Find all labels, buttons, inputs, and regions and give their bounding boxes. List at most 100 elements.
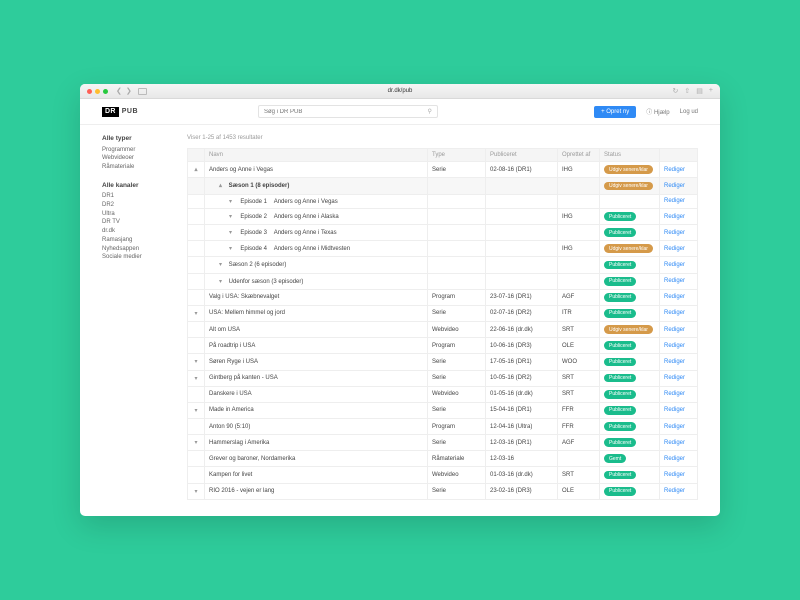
- table-row[interactable]: Danskere i USAWebvideo01-05-16 (dr.dk)SR…: [188, 386, 698, 402]
- edit-link[interactable]: Rediger: [664, 440, 685, 446]
- edit-link[interactable]: Rediger: [664, 310, 685, 316]
- episode-row[interactable]: ▾ Episode 4 Anders og Anne i MidtvestenI…: [188, 241, 698, 257]
- share-icon[interactable]: ⇧: [684, 87, 690, 95]
- col-status[interactable]: Status: [600, 149, 660, 162]
- edit-link[interactable]: Rediger: [664, 391, 685, 397]
- edit-link[interactable]: Rediger: [664, 407, 685, 413]
- address-bar[interactable]: dr.dk/pub: [388, 88, 413, 94]
- forward-icon[interactable]: ❯: [126, 88, 132, 95]
- edit-link[interactable]: Rediger: [664, 359, 685, 365]
- sidebar-item[interactable]: Råmateriale: [102, 163, 187, 172]
- table-row[interactable]: ▾Søren Ryge i USASerie17-05-16 (DR1)WOOP…: [188, 354, 698, 370]
- edit-link[interactable]: Rediger: [664, 262, 685, 268]
- edit-link[interactable]: Rediger: [664, 214, 685, 220]
- col-type[interactable]: Type: [428, 149, 486, 162]
- sidebar-item[interactable]: dr.dk: [102, 227, 187, 236]
- logo-text: PUB: [122, 108, 138, 115]
- table-row[interactable]: ▾Hammerslag i AmerikaSerie12-03-16 (DR1)…: [188, 435, 698, 451]
- table-row[interactable]: Alt om USAWebvideo22-06-16 (dr.dk)SRTUdg…: [188, 322, 698, 338]
- edit-link[interactable]: Rediger: [664, 488, 685, 494]
- close-icon[interactable]: [87, 89, 92, 94]
- chevron-down-icon[interactable]: ▾: [192, 488, 200, 495]
- sidebar-item[interactable]: DR TV: [102, 218, 187, 227]
- add-icon[interactable]: +: [709, 87, 713, 95]
- edit-link[interactable]: Rediger: [664, 278, 685, 284]
- chevron-down-icon[interactable]: ▾: [229, 245, 237, 252]
- sidebar-item[interactable]: Ramasjang: [102, 236, 187, 245]
- result-count: Viser 1-25 af 1453 resultater: [187, 135, 698, 141]
- table-row[interactable]: Anton 90 (5:10)Program12-04-16 (Ultra)FF…: [188, 418, 698, 434]
- zoom-icon[interactable]: [103, 89, 108, 94]
- chevron-down-icon[interactable]: ▾: [192, 407, 200, 414]
- episode-row[interactable]: ▾ Episode 3 Anders og Anne i TexasPublic…: [188, 225, 698, 241]
- sidebar-item[interactable]: DR2: [102, 200, 187, 209]
- nav-buttons: ❮ ❯: [116, 88, 132, 95]
- col-name[interactable]: Navn: [205, 149, 428, 162]
- logo[interactable]: DR PUB: [102, 107, 138, 117]
- help-link[interactable]: ⓘ Hjælp: [646, 107, 669, 116]
- table-row[interactable]: Valg i USA: SkæbnevalgetProgram23-07-16 …: [188, 289, 698, 305]
- col-by[interactable]: Oprettet af: [558, 149, 600, 162]
- status-badge: Publiceret: [604, 309, 636, 318]
- chevron-down-icon[interactable]: ▾: [192, 310, 200, 317]
- minimize-icon[interactable]: [95, 89, 100, 94]
- season-row[interactable]: ▴ Sæson 1 (8 episoder)Udgiv senere/klarR…: [188, 178, 698, 194]
- chevron-down-icon[interactable]: ▾: [229, 213, 237, 220]
- sidebar-item[interactable]: DR1: [102, 192, 187, 201]
- table-row[interactable]: ▾Gintberg på kanten - USASerie10-05-16 (…: [188, 370, 698, 386]
- edit-link[interactable]: Rediger: [664, 230, 685, 236]
- sidebar-item[interactable]: Nyhedsappen: [102, 244, 187, 253]
- table-row[interactable]: ▴Anders og Anne i VegasSerie02-08-16 (DR…: [188, 162, 698, 178]
- sidebar-item[interactable]: Programmer: [102, 145, 187, 154]
- search-icon[interactable]: ⚲: [427, 108, 432, 115]
- results-table: Navn Type Publiceret Oprettet af Status …: [187, 148, 698, 500]
- titlebar: ❮ ❯ dr.dk/pub ↻ ⇧ ▤ +: [80, 84, 720, 99]
- logout-link[interactable]: Log ud: [680, 109, 698, 115]
- sidebar: Alle typer ProgrammerWebvideoerRåmateria…: [102, 135, 187, 500]
- episode-row[interactable]: ▾ Episode 2 Anders og Anne i AlaskaIHGPu…: [188, 208, 698, 224]
- edit-link[interactable]: Rediger: [664, 246, 685, 252]
- chevron-up-icon[interactable]: ▴: [192, 166, 200, 173]
- table-row[interactable]: På roadtrip i USAProgram10-06-16 (DR3)OL…: [188, 338, 698, 354]
- chevron-down-icon[interactable]: ▾: [192, 375, 200, 382]
- status-badge: Gemt: [604, 454, 626, 463]
- table-row[interactable]: ▾RIO 2016 - vejen er langSerie23-02-16 (…: [188, 483, 698, 499]
- edit-link[interactable]: Rediger: [664, 343, 685, 349]
- status-badge: Publiceret: [604, 374, 636, 383]
- chevron-down-icon[interactable]: ▾: [219, 261, 227, 268]
- reload-icon[interactable]: ↻: [673, 87, 679, 95]
- sidebar-toggle-icon[interactable]: [138, 88, 147, 95]
- sidebar-item[interactable]: Webvideoer: [102, 154, 187, 163]
- chevron-down-icon[interactable]: ▾: [192, 439, 200, 446]
- chevron-down-icon[interactable]: ▾: [192, 358, 200, 365]
- edit-link[interactable]: Rediger: [664, 198, 685, 204]
- table-row[interactable]: Kampen for livetWebvideo01-03-16 (dr.dk)…: [188, 467, 698, 483]
- back-icon[interactable]: ❮: [116, 88, 122, 95]
- edit-link[interactable]: Rediger: [664, 424, 685, 430]
- chevron-down-icon[interactable]: ▾: [229, 198, 237, 205]
- sidebar-item[interactable]: Sociale medier: [102, 253, 187, 262]
- edit-link[interactable]: Rediger: [664, 167, 685, 173]
- episode-row[interactable]: ▾ Episode 1 Anders og Anne i VegasRedige…: [188, 194, 698, 208]
- edit-link[interactable]: Rediger: [664, 327, 685, 333]
- edit-link[interactable]: Rediger: [664, 472, 685, 478]
- create-button[interactable]: + Opret ny: [594, 106, 636, 118]
- chevron-down-icon[interactable]: ▾: [219, 278, 227, 285]
- edit-link[interactable]: Rediger: [664, 294, 685, 300]
- search-input[interactable]: ⚲: [258, 105, 438, 118]
- edit-link[interactable]: Rediger: [664, 456, 685, 462]
- edit-link[interactable]: Rediger: [664, 375, 685, 381]
- table-row[interactable]: ▾Made in AmericaSerie15-04-16 (DR1)FFRPu…: [188, 402, 698, 418]
- table-row[interactable]: ▾USA: Mellem himmel og jordSerie02-07-16…: [188, 305, 698, 321]
- tabs-icon[interactable]: ▤: [696, 87, 703, 95]
- status-badge: Publiceret: [604, 438, 636, 447]
- chevron-down-icon[interactable]: ▾: [229, 229, 237, 236]
- season-row[interactable]: ▾ Udenfor sæson (3 episoder)PubliceretRe…: [188, 273, 698, 289]
- col-published[interactable]: Publiceret: [486, 149, 558, 162]
- sidebar-item[interactable]: Ultra: [102, 209, 187, 218]
- chevron-up-icon[interactable]: ▴: [219, 182, 227, 189]
- season-row[interactable]: ▾ Sæson 2 (6 episoder)PubliceretRediger: [188, 257, 698, 273]
- search-field[interactable]: [264, 109, 427, 115]
- edit-link[interactable]: Rediger: [664, 183, 685, 189]
- table-row[interactable]: Grever og baroner, NordamerikaRåmaterial…: [188, 451, 698, 467]
